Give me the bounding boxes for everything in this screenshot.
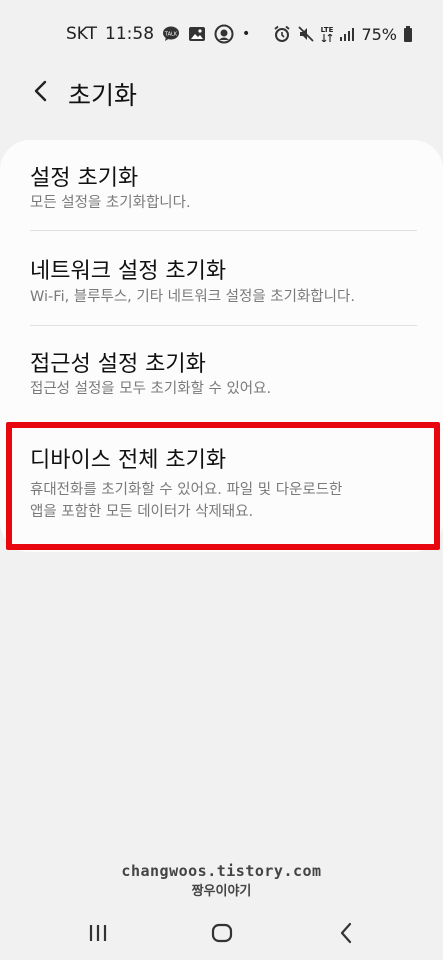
gallery-icon	[188, 26, 206, 42]
recents-icon	[89, 925, 107, 941]
item-subtitle-line-1: 휴대전화를 초기화할 수 있어요. 파일 및 다운로드한	[30, 482, 343, 498]
list-item-reset-accessibility[interactable]: 접근성 설정 초기화 접근성 설정을 모두 초기화할 수 있어요.	[0, 326, 443, 416]
page-title: 초기화	[68, 81, 138, 110]
reset-options-card: 설정 초기화 모든 설정을 초기화합니다. 네트워크 설정 초기화 Wi-Fi,…	[0, 140, 443, 552]
watermark-name: 짱우이야기	[191, 884, 252, 899]
back-button[interactable]	[24, 74, 58, 108]
list-item-factory-reset[interactable]: 디바이스 전체 초기화 휴대전화를 초기화할 수 있어요. 파일 및 다운로드한…	[0, 422, 443, 552]
app-header: 초기화	[0, 68, 443, 114]
talk-icon: TALK	[162, 26, 180, 42]
battery-icon	[403, 26, 413, 42]
mute-icon	[297, 25, 315, 43]
list-item-reset-network[interactable]: 네트워크 설정 초기화 Wi-Fi, 블루투스, 기타 네트워크 설정을 초기화…	[0, 231, 443, 326]
watermark-url: changwoos.tistory.com	[121, 862, 322, 880]
item-title: 설정 초기화	[30, 166, 139, 191]
item-subtitle: 모든 설정을 초기화합니다.	[30, 195, 191, 211]
status-dot: •	[242, 26, 251, 42]
status-left: SKT 11:58 TALK •	[66, 24, 250, 44]
battery-percent: 75%	[361, 24, 397, 44]
status-right: LTE 75%	[273, 25, 413, 44]
location-icon	[214, 24, 234, 44]
carrier-label: SKT	[66, 24, 98, 44]
clock: 11:58	[105, 24, 155, 44]
home-button[interactable]	[202, 916, 242, 950]
alarm-icon	[273, 25, 291, 43]
status-bar: SKT 11:58 TALK • LTE 75%	[0, 0, 443, 68]
item-title: 디바이스 전체 초기화	[30, 448, 227, 473]
lte-icon: LTE	[320, 26, 334, 42]
item-subtitle: 접근성 설정을 모두 초기화할 수 있어요.	[30, 381, 272, 397]
item-title: 접근성 설정 초기화	[30, 352, 206, 377]
nav-back-button[interactable]	[326, 916, 366, 950]
chevron-left-icon	[34, 80, 47, 102]
item-subtitle-line-2: 앱을 포함한 모든 데이터가 삭제돼요.	[30, 504, 254, 520]
svg-text:TALK: TALK	[164, 32, 178, 38]
home-icon	[211, 923, 233, 943]
item-subtitle: Wi-Fi, 블루투스, 기타 네트워크 설정을 초기화합니다.	[30, 289, 355, 305]
signal-icon	[339, 26, 355, 42]
item-subtitle: 휴대전화를 초기화할 수 있어요. 파일 및 다운로드한 앱을 포함한 모든 데…	[30, 479, 342, 523]
watermark: changwoos.tistory.com 짱우이야기	[0, 862, 443, 899]
item-title: 네트워크 설정 초기화	[30, 259, 227, 284]
navigation-bar	[0, 906, 443, 960]
list-item-reset-settings[interactable]: 설정 초기화 모든 설정을 초기화합니다.	[0, 140, 443, 230]
lte-label: LTE	[320, 26, 334, 34]
recents-button[interactable]	[78, 916, 118, 950]
back-icon	[340, 922, 352, 944]
